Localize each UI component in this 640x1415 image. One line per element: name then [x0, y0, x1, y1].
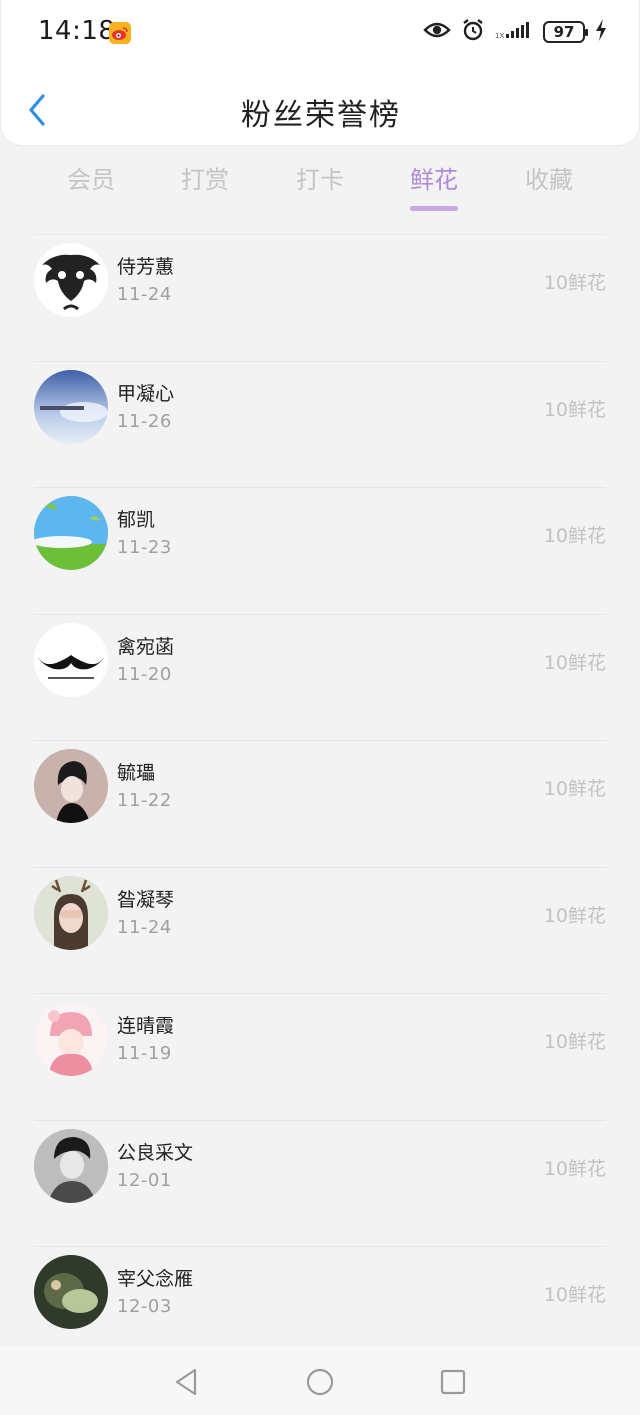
- fan-name: 宰父念雁: [117, 1268, 194, 1290]
- avatar: [34, 369, 108, 444]
- active-tab-underline: [410, 206, 458, 211]
- eye-icon: [423, 20, 451, 44]
- avatar: [34, 1128, 108, 1203]
- fan-row[interactable]: 郁凯 11-23 10鲜花: [34, 487, 606, 614]
- tab-flowers[interactable]: 鲜花: [379, 160, 489, 211]
- fan-date: 11-23: [117, 537, 172, 558]
- nav-recents-button[interactable]: [433, 1364, 473, 1400]
- flower-count: 10鲜花: [543, 272, 606, 294]
- tab-tips[interactable]: 打赏: [150, 160, 260, 195]
- flower-count: 10鲜花: [543, 904, 606, 927]
- status-time: 14:18: [38, 16, 116, 46]
- triangle-back-icon: [175, 1368, 197, 1396]
- circle-home-icon: [306, 1368, 334, 1396]
- fan-name: 甲凝心: [117, 382, 175, 405]
- fan-name: 公良采文: [117, 1141, 194, 1164]
- tab-checkin[interactable]: 打卡: [265, 160, 375, 195]
- fan-date: 11-24: [117, 284, 172, 305]
- fan-date: 11-24: [117, 916, 172, 938]
- fan-name: 昝凝琴: [117, 888, 175, 911]
- fan-row[interactable]: 昝凝琴 11-24 10鲜花: [34, 866, 606, 994]
- flower-count: 10鲜花: [543, 1157, 606, 1180]
- page-title: 粉丝荣誉榜: [241, 98, 401, 133]
- nav-home-button[interactable]: [300, 1364, 340, 1400]
- flower-count: 10鲜花: [543, 1284, 606, 1306]
- flower-count: 10鲜花: [543, 525, 606, 547]
- tab-bar: 会员 打赏 打卡 鲜花 收藏: [0, 160, 640, 220]
- header: 14:18 1X 97 粉丝荣誉榜: [0, 0, 640, 146]
- fan-date: 11-19: [117, 1043, 172, 1064]
- fan-row[interactable]: 侍芳蕙 11-24 10鲜花: [34, 234, 606, 361]
- flower-count: 10鲜花: [543, 1031, 606, 1053]
- square-recents-icon: [440, 1369, 466, 1395]
- fan-name: 毓瓃: [117, 762, 156, 784]
- fan-date: 12-03: [117, 1296, 172, 1317]
- fan-row[interactable]: 公良采文 12-01 10鲜花: [34, 1119, 606, 1247]
- flower-count: 10鲜花: [543, 651, 606, 674]
- avatar: [34, 1255, 108, 1329]
- fan-name: 连晴霞: [117, 1015, 175, 1037]
- alarm-icon: [461, 18, 485, 46]
- fan-name: 禽宛菡: [117, 635, 175, 658]
- charging-icon: [595, 19, 607, 45]
- fan-date: 12-01: [117, 1169, 172, 1191]
- avatar: [34, 496, 108, 570]
- status-bar: 14:18 1X 97: [1, 0, 640, 66]
- system-navigation-bar: [0, 1346, 640, 1415]
- fan-name: 侍芳蕙: [117, 256, 175, 278]
- tab-favorites[interactable]: 收藏: [494, 160, 604, 195]
- fan-date: 11-20: [117, 663, 172, 685]
- flower-count: 10鲜花: [543, 778, 606, 800]
- weibo-notification-icon: [109, 22, 131, 44]
- tab-flowers-label: 鲜花: [410, 166, 458, 194]
- avatar: [34, 1002, 108, 1076]
- avatar: [34, 875, 108, 950]
- signal-icon: 1X: [495, 20, 533, 44]
- fan-date: 11-26: [117, 410, 172, 432]
- avatar: [34, 749, 108, 823]
- nav-back-button[interactable]: [166, 1364, 206, 1400]
- fan-name: 郁凯: [117, 509, 156, 531]
- tab-membership[interactable]: 会员: [36, 160, 146, 195]
- svg-text:1X: 1X: [495, 32, 504, 40]
- fan-row[interactable]: 禽宛菡 11-20 10鲜花: [34, 613, 606, 741]
- battery-indicator: 97: [543, 21, 588, 43]
- fan-row[interactable]: 连晴霞 11-19 10鲜花: [34, 993, 606, 1120]
- fan-row[interactable]: 甲凝心 11-26 10鲜花: [34, 360, 606, 488]
- fan-date: 11-22: [117, 790, 172, 811]
- fan-list: 侍芳蕙 11-24 10鲜花 甲凝心 11-26 10鲜花 郁凯 11-23 1…: [0, 234, 640, 1373]
- flower-count: 10鲜花: [543, 398, 606, 421]
- fan-row[interactable]: 毓瓃 11-22 10鲜花: [34, 740, 606, 867]
- avatar: [34, 622, 108, 697]
- status-icons: 1X 97: [423, 18, 607, 46]
- avatar: [34, 243, 108, 317]
